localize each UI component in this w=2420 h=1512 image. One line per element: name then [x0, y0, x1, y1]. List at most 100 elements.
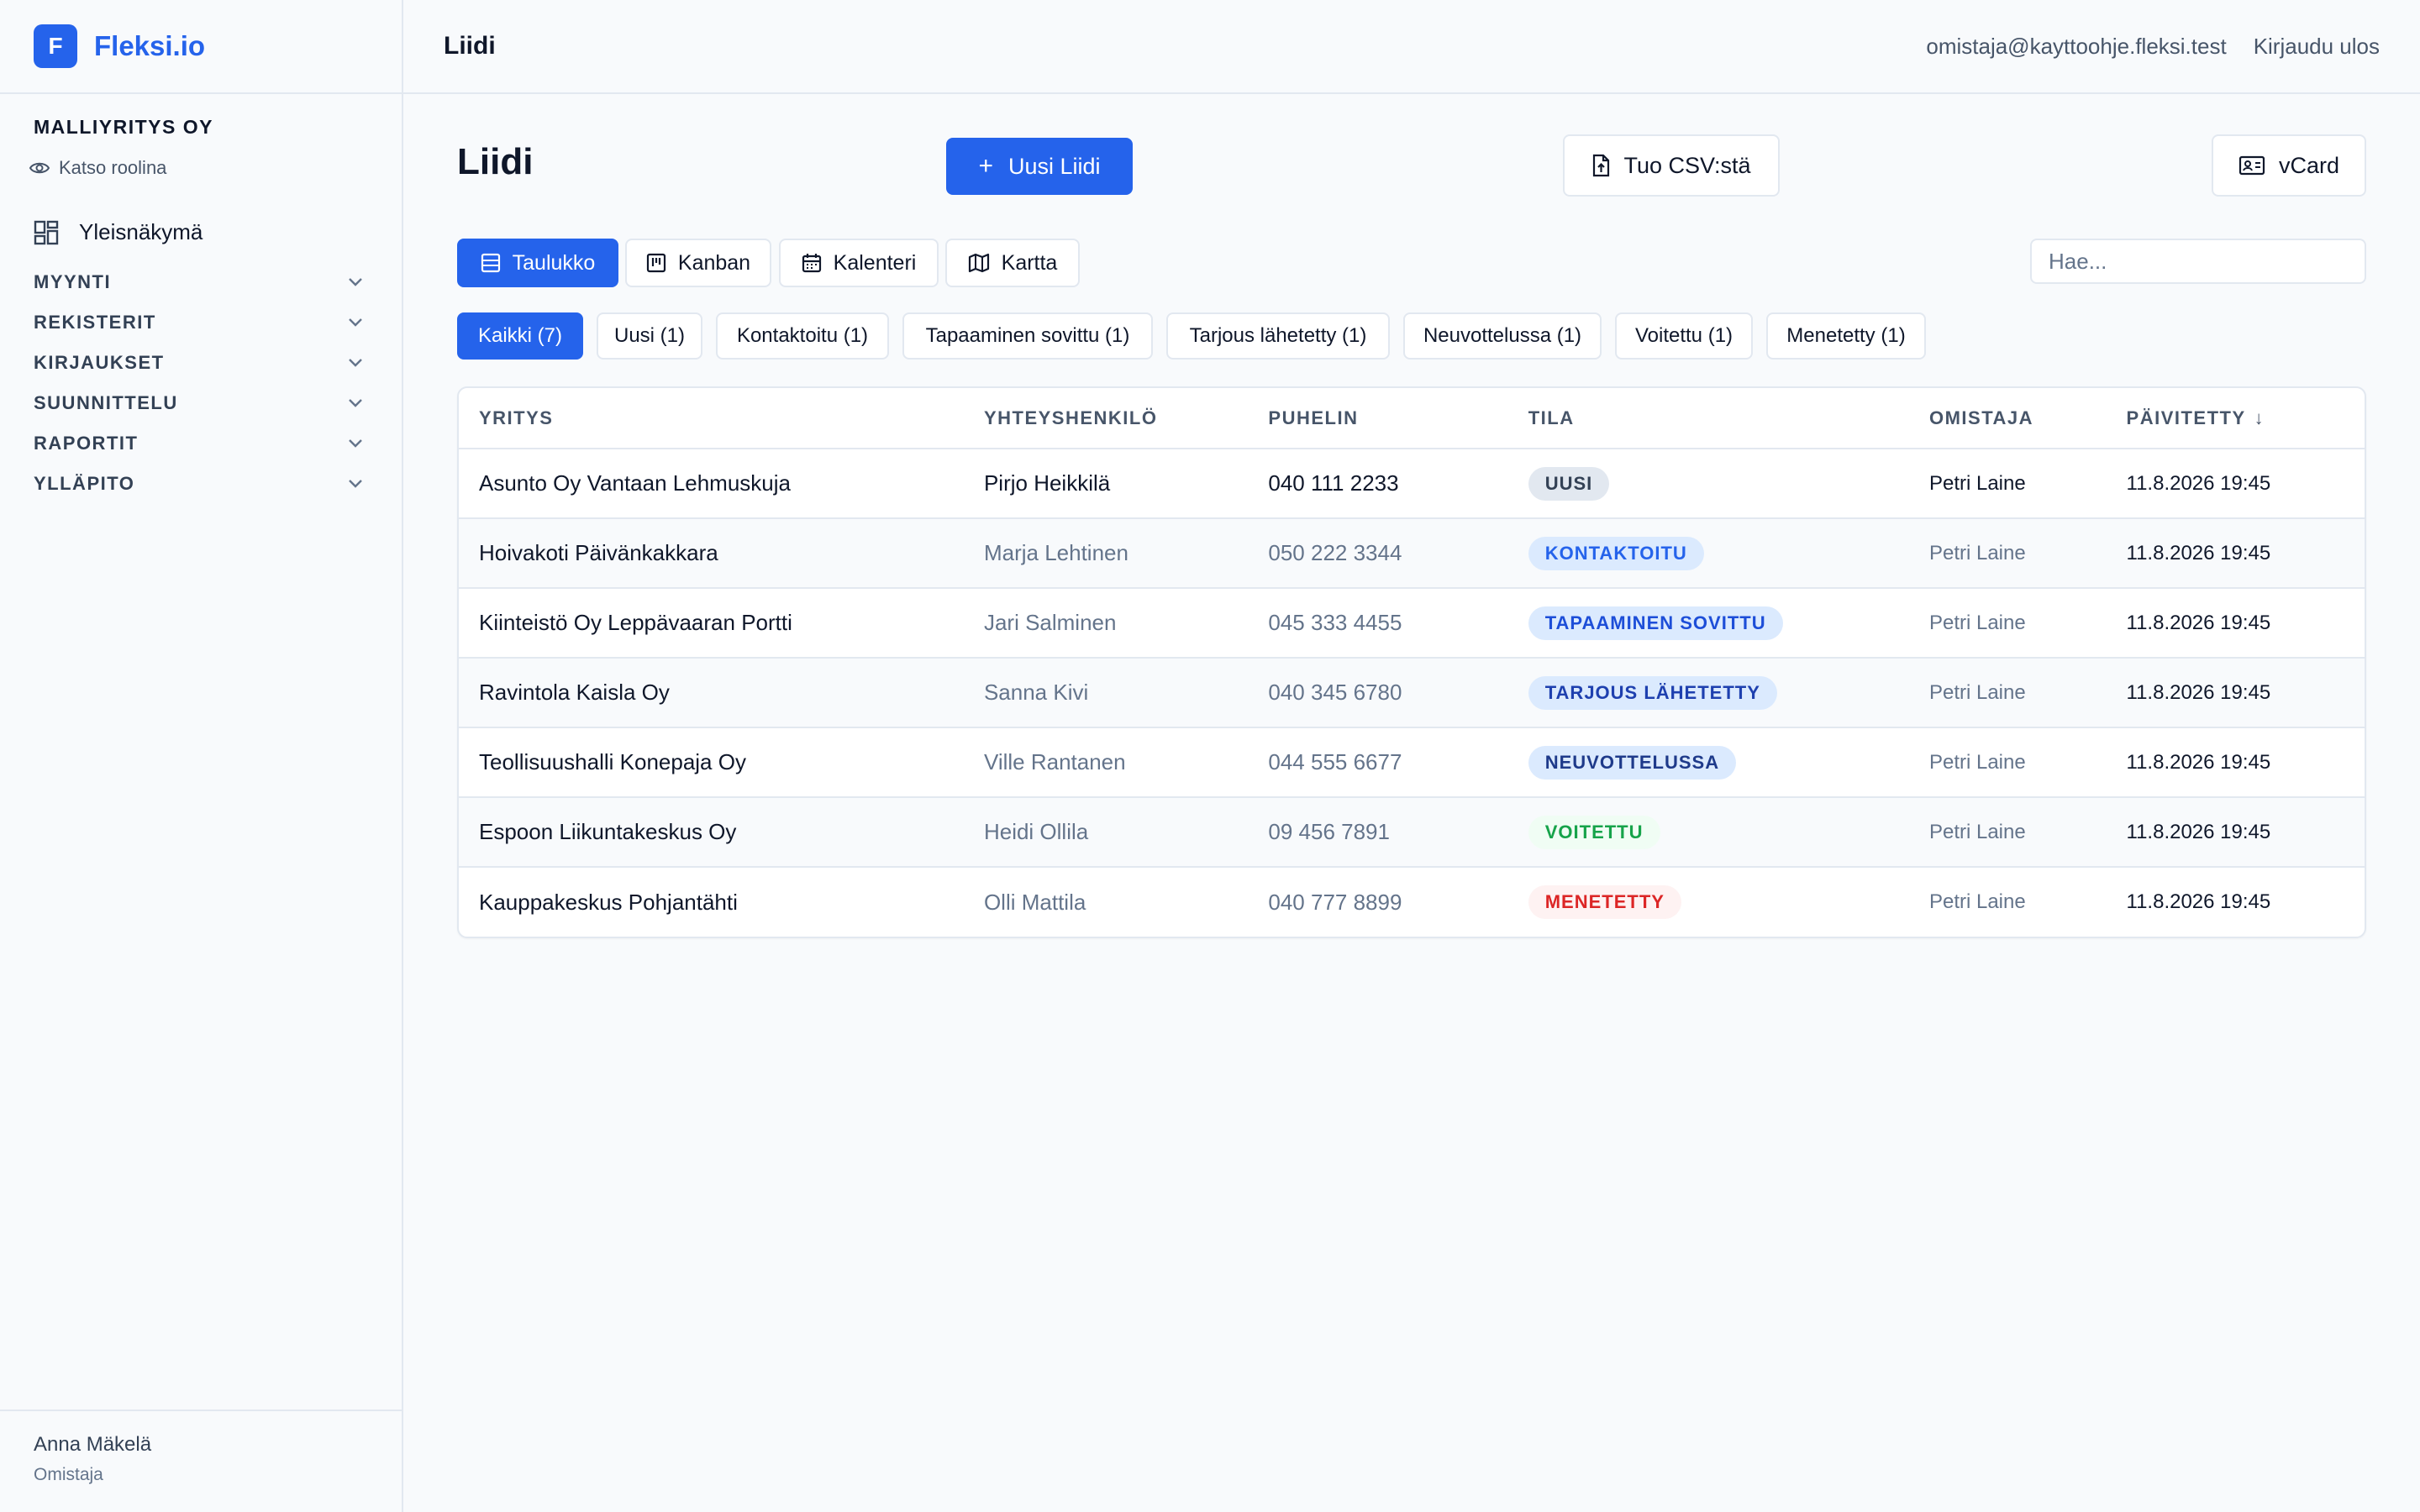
updated-cell: 11.8.2026 19:45 — [2126, 541, 2271, 564]
status-cell: NEUVOTTELUSSA — [1508, 727, 1909, 797]
header-user-area: omistaja@kayttoohje.fleksi.test Kirjaudu… — [1926, 34, 2380, 60]
column-header-company[interactable]: YRITYS — [459, 388, 964, 449]
file-upload-icon — [1593, 154, 1610, 177]
sidebar-group-suunnittelu[interactable]: SUUNNITTELU — [0, 383, 402, 423]
contact-cell: Olli Mattila — [983, 889, 1086, 915]
filter-meeting-scheduled[interactable]: Tapaaminen sovittu (1) — [902, 312, 1153, 360]
tab-calendar-label: Kalenteri — [833, 250, 917, 275]
table-row[interactable]: Asunto Oy Vantaan Lehmuskuja Pirjo Heikki… — [459, 449, 2365, 518]
phone-cell: 040 345 6780 — [1268, 680, 1402, 705]
page-header: Liidi + Uusi Liidi Tuo CSV:stä vCard — [457, 94, 2366, 237]
contact-card-icon — [2238, 155, 2265, 176]
filter-new[interactable]: Uusi (1) — [597, 312, 702, 360]
filter-negotiating[interactable]: Neuvottelussa (1) — [1403, 312, 1602, 360]
sidebar-group-rekisterit[interactable]: REKISTERIT — [0, 302, 402, 343]
table-row[interactable]: Espoon Liikuntakeskus Oy Heidi Ollila 09 4… — [459, 797, 2365, 867]
table-row[interactable]: Kauppakeskus Pohjantähti Olli Mattila 040 … — [459, 867, 2365, 937]
table-row[interactable]: Hoivakoti Päivänkakkara Marja Lehtinen 050… — [459, 518, 2365, 588]
sidebar-group-kirjaukset[interactable]: KIRJAUKSET — [0, 343, 402, 383]
updated-cell: 11.8.2026 19:45 — [2126, 680, 2271, 704]
sidebar-group-myynti[interactable]: MYYNTI — [0, 262, 402, 302]
kanban-icon — [646, 253, 666, 273]
chevron-down-icon — [349, 359, 362, 367]
column-header-updated[interactable]: PÄIVITETTY ↓ — [2107, 388, 2365, 449]
import-csv-button[interactable]: Tuo CSV:stä — [1563, 134, 1780, 197]
sidebar-group-yllapito[interactable]: YLLÄPITO — [0, 464, 402, 504]
chevron-down-icon — [349, 480, 362, 488]
user-footer[interactable]: Anna Mäkelä Omistaja — [0, 1410, 402, 1512]
owner-cell: Petri Laine — [1928, 750, 2026, 774]
new-lead-button[interactable]: + Uusi Liidi — [946, 138, 1133, 195]
table-icon — [481, 253, 500, 273]
table-header-row: YRITYS YHTEYSHENKILÖ PUHELIN TILA OMISTA… — [459, 388, 2365, 449]
column-header-contact[interactable]: YHTEYSHENKILÖ — [964, 388, 1248, 449]
contact-cell: Marja Lehtinen — [983, 540, 1128, 565]
updated-cell: 11.8.2026 19:45 — [2126, 471, 2271, 495]
status-badge: MENETETTY — [1528, 885, 1681, 919]
owner-cell: Petri Laine — [1928, 820, 2026, 843]
updated-cell: 11.8.2026 19:45 — [2126, 820, 2271, 843]
contact-cell: Heidi Ollila — [983, 819, 1089, 844]
top-bar: Liidi omistaja@kayttoohje.fleksi.test Ki… — [403, 0, 2420, 94]
brand[interactable]: F Fleksi.io — [0, 0, 402, 94]
sidebar: F Fleksi.io MALLIYRITYS OY Katso roolina… — [0, 0, 403, 1512]
tab-map-label: Kartta — [1001, 250, 1058, 275]
status-badge: NEUVOTTELUSSA — [1528, 745, 1737, 780]
vcard-label: vCard — [2278, 152, 2340, 178]
filter-offer-sent[interactable]: Tarjous lähetetty (1) — [1166, 312, 1390, 360]
owner-cell: Petri Laine — [1928, 471, 2026, 495]
search-input[interactable] — [2030, 239, 2366, 284]
user-name: Anna Mäkelä — [34, 1433, 152, 1456]
phone-cell: 09 456 7891 — [1268, 819, 1390, 844]
view-switcher: Taulukko Kanban Kalenteri Kartta — [457, 237, 2366, 312]
brand-name[interactable]: Fleksi.io — [94, 30, 205, 62]
leads-table: YRITYS YHTEYSHENKILÖ PUHELIN TILA OMISTA… — [459, 388, 2365, 937]
brand-logo: F — [34, 24, 77, 68]
sidebar-group-raportit[interactable]: RAPORTIT — [0, 423, 402, 464]
chevron-down-icon — [349, 318, 362, 327]
contact-cell: Pirjo Heikkilä — [983, 470, 1111, 496]
phone-cell: 045 333 4455 — [1268, 610, 1402, 635]
status-badge: VOITETTU — [1528, 815, 1660, 849]
column-header-phone[interactable]: PUHELIN — [1248, 388, 1507, 449]
company-cell: Teollisuushalli Konepaja Oy — [479, 749, 746, 774]
tab-kanban[interactable]: Kanban — [625, 239, 771, 287]
status-cell: MENETETTY — [1508, 867, 1909, 937]
tab-table-label: Taulukko — [512, 250, 596, 275]
sidebar-group-label: KIRJAUKSET — [34, 352, 165, 373]
filter-won[interactable]: Voitettu (1) — [1615, 312, 1753, 360]
company-cell: Ravintola Kaisla Oy — [479, 680, 670, 705]
filter-all[interactable]: Kaikki (7) — [457, 312, 583, 360]
status-badge: TAPAAMINEN SOVITTU — [1528, 606, 1783, 640]
header-title: Liidi — [444, 32, 496, 60]
calendar-icon — [802, 254, 821, 273]
status-cell: KONTAKTOITU — [1508, 518, 1909, 588]
tab-calendar[interactable]: Kalenteri — [779, 239, 939, 287]
sidebar-item-overview[interactable]: Yleisnäkymä — [0, 219, 402, 245]
column-header-status[interactable]: TILA — [1508, 388, 1909, 449]
table-row[interactable]: Kiinteistö Oy Leppävaaran Portti Jari Sal… — [459, 588, 2365, 658]
filter-contacted[interactable]: Kontaktoitu (1) — [716, 312, 889, 360]
contact-cell: Ville Rantanen — [983, 749, 1126, 774]
view-as-role-link[interactable]: Katso roolina — [29, 157, 368, 179]
table-row[interactable]: Teollisuushalli Konepaja Oy Ville Rantane… — [459, 727, 2365, 797]
sidebar-group-label: RAPORTIT — [34, 433, 139, 454]
tab-map[interactable]: Kartta — [945, 239, 1080, 287]
filter-lost[interactable]: Menetetty (1) — [1766, 312, 1926, 360]
chevron-down-icon — [349, 439, 362, 448]
updated-cell: 11.8.2026 19:45 — [2126, 611, 2271, 634]
tab-table[interactable]: Taulukko — [457, 239, 618, 287]
column-header-updated-label: PÄIVITETTY — [2126, 407, 2246, 428]
status-badge: UUSI — [1528, 466, 1610, 501]
table-row[interactable]: Ravintola Kaisla Oy Sanna Kivi 040 345 678… — [459, 658, 2365, 727]
status-badge: KONTAKTOITU — [1528, 536, 1704, 570]
company-cell: Espoon Liikuntakeskus Oy — [479, 819, 737, 844]
logout-link[interactable]: Kirjaudu ulos — [2254, 34, 2380, 60]
sidebar-group-label: REKISTERIT — [34, 312, 156, 333]
user-email: omistaja@kayttoohje.fleksi.test — [1926, 33, 2227, 59]
company-cell: Hoivakoti Päivänkakkara — [479, 540, 718, 565]
sidebar-item-overview-label: Yleisnäkymä — [79, 219, 203, 244]
column-header-owner[interactable]: OMISTAJA — [1909, 388, 2107, 449]
phone-cell: 040 111 2233 — [1268, 470, 1399, 496]
vcard-button[interactable]: vCard — [2212, 134, 2366, 197]
